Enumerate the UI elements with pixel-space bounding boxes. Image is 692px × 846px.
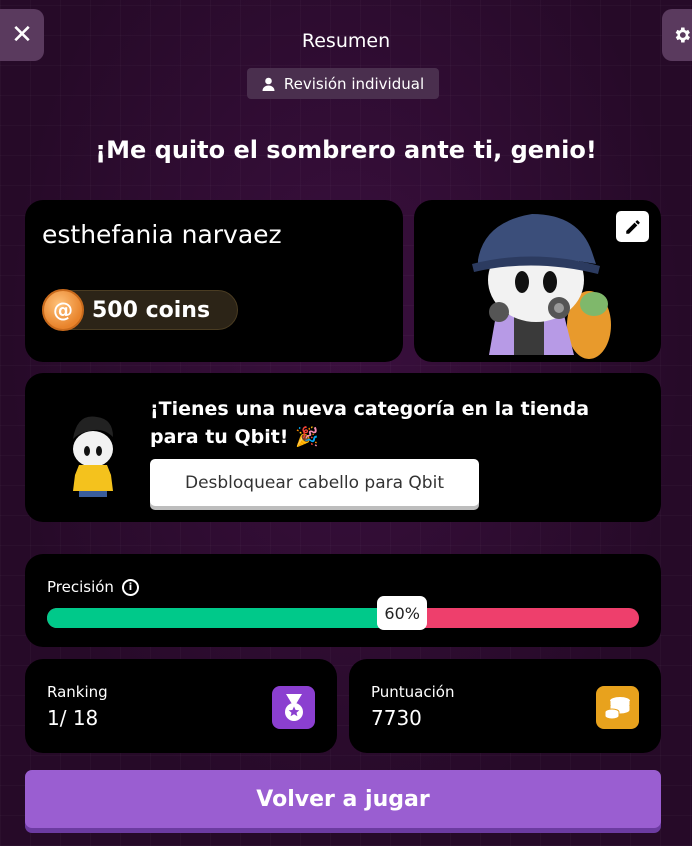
play-again-button[interactable]: Volver a jugar bbox=[25, 770, 661, 828]
pencil-icon bbox=[625, 219, 640, 234]
unlock-card: ¡Tienes una nueva categoría en la tienda… bbox=[25, 373, 661, 522]
avatar-card bbox=[414, 200, 661, 362]
ranking-label: Ranking bbox=[47, 683, 108, 701]
page-title: Resumen bbox=[301, 30, 391, 52]
coins-stack-icon bbox=[596, 686, 639, 729]
player-name: esthefania narvaez bbox=[42, 220, 282, 249]
ranking-value: 1/ 18 bbox=[47, 706, 99, 730]
info-icon[interactable]: i bbox=[121, 578, 139, 596]
ranking-card: Ranking 1/ 18 bbox=[25, 659, 337, 753]
review-mode-badge: Revisión individual bbox=[247, 68, 439, 99]
medal-icon bbox=[272, 686, 315, 729]
edit-avatar-button[interactable] bbox=[616, 211, 649, 242]
precision-bar: 60% bbox=[47, 596, 639, 630]
unlock-hair-button[interactable]: Desbloquear cabello para Qbit bbox=[150, 459, 479, 506]
precision-bar-correct bbox=[47, 608, 403, 628]
score-value: 7730 bbox=[371, 706, 422, 730]
player-card: esthefania narvaez @ 500 coins bbox=[25, 200, 403, 362]
coin-icon: @ bbox=[42, 289, 84, 331]
user-icon bbox=[262, 77, 275, 91]
coins-amount: 500 coins bbox=[92, 297, 211, 323]
score-label: Puntuación bbox=[371, 683, 455, 701]
coins-badge: @ 500 coins bbox=[42, 289, 238, 331]
congrats-headline: ¡Me quito el sombrero ante ti, genio! bbox=[95, 136, 597, 164]
score-card: Puntuación 7730 bbox=[349, 659, 661, 753]
review-mode-label: Revisión individual bbox=[283, 74, 425, 93]
precision-label: Precisión bbox=[47, 578, 114, 596]
precision-value: 60% bbox=[377, 596, 428, 630]
precision-label-row: Precisión i bbox=[47, 578, 139, 596]
qbit-character-image bbox=[73, 416, 113, 497]
precision-card: Precisión i 60% bbox=[25, 554, 661, 647]
unlock-message: ¡Tienes una nueva categoría en la tienda… bbox=[150, 398, 590, 448]
